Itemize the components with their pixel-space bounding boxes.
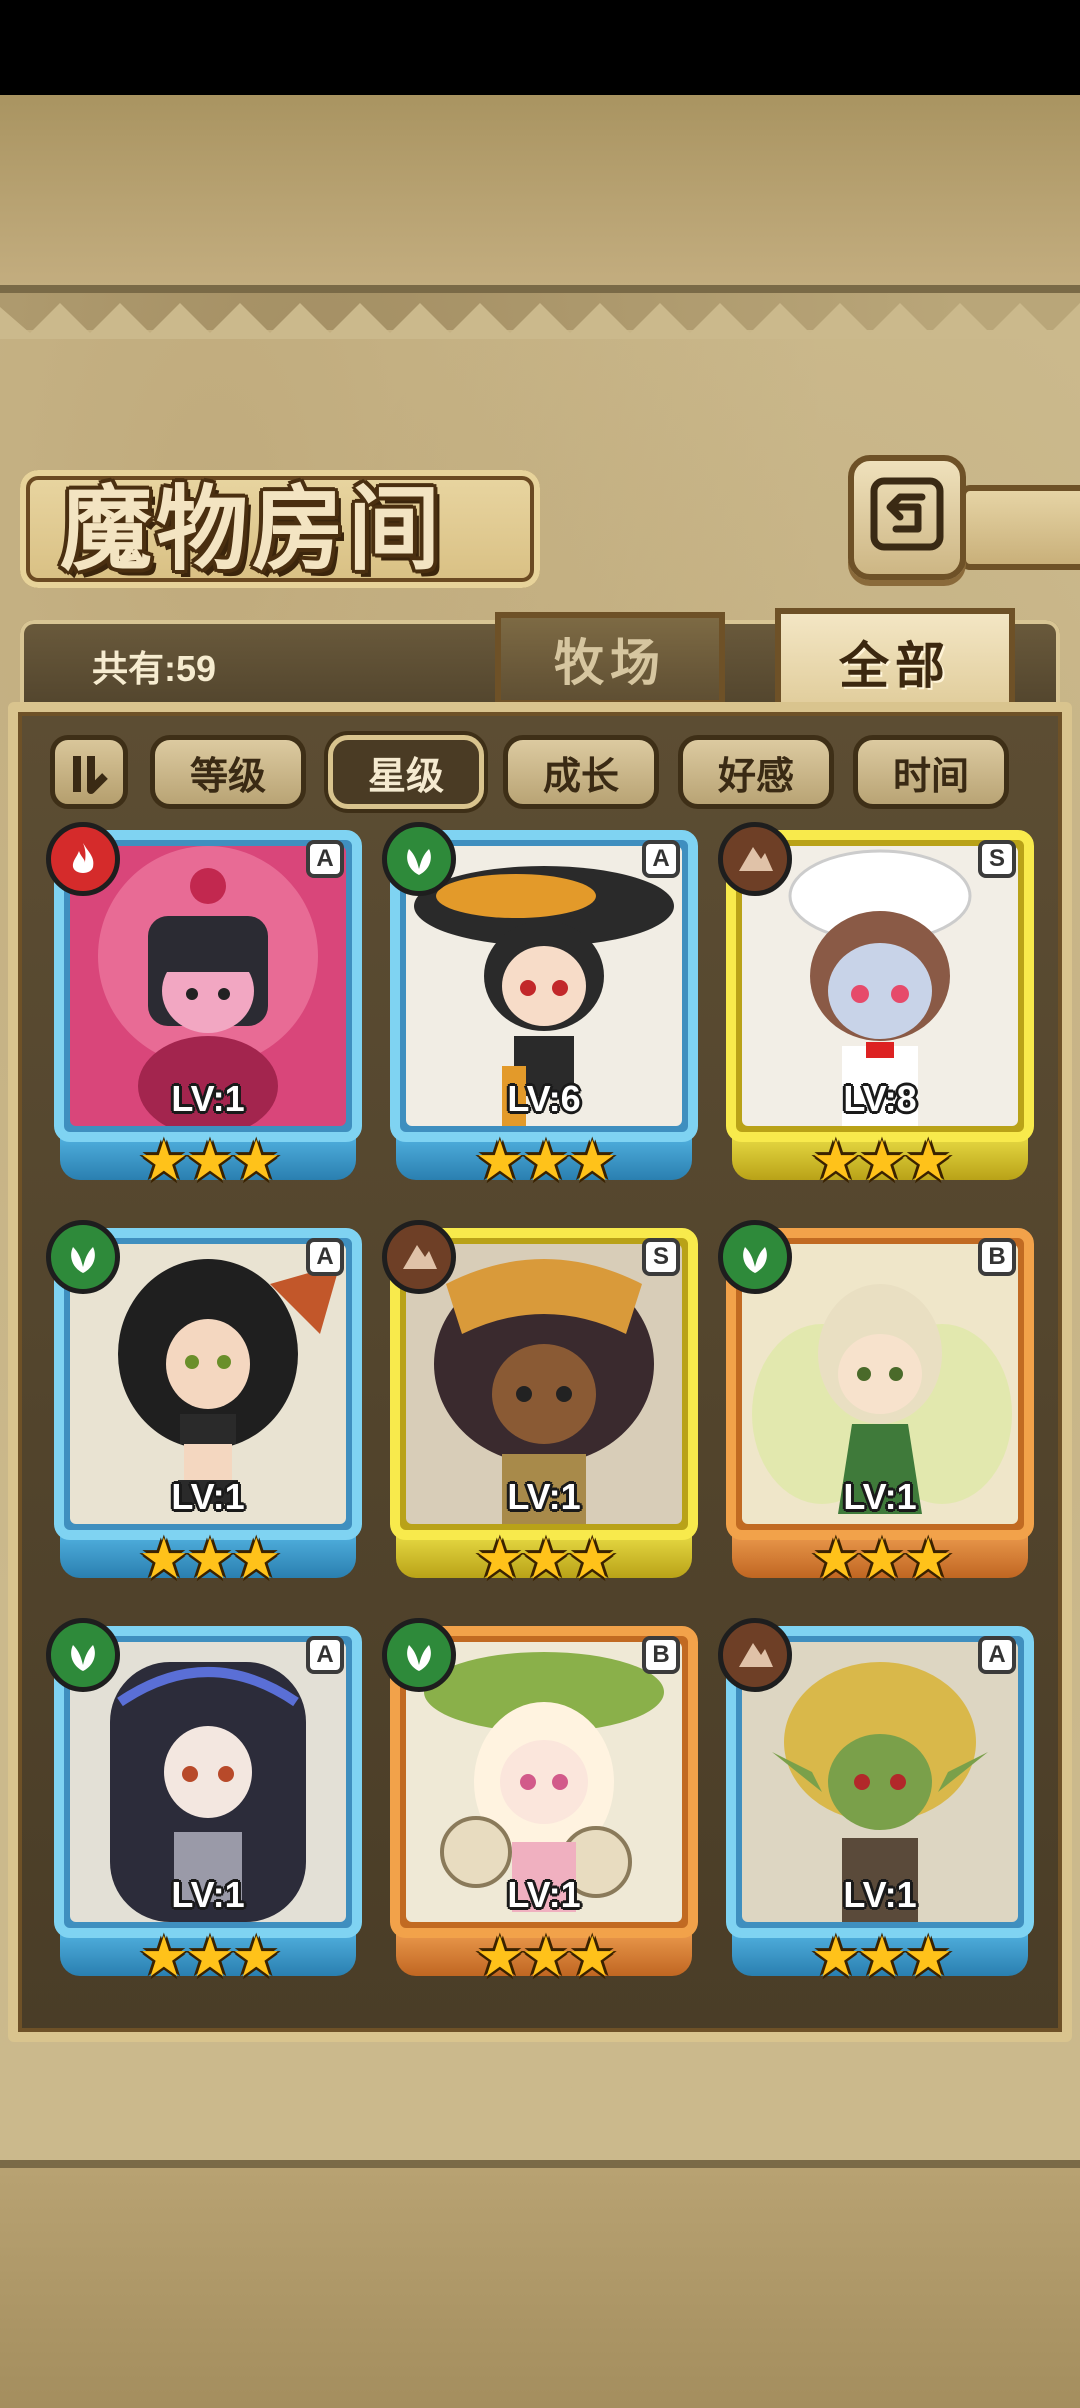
star-rating: ★★★ xyxy=(138,1527,282,1592)
monster-card[interactable]: LV:8 S ★★★ xyxy=(718,822,1034,1200)
rank-badge: A xyxy=(306,1238,344,1276)
sort-by-level-button[interactable]: 等级 xyxy=(150,735,306,809)
monster-card[interactable]: LV:1 A ★★★ xyxy=(46,1220,362,1598)
top-map-strip xyxy=(0,95,1080,293)
star-rating: ★★★ xyxy=(810,1129,954,1194)
earth-element-icon xyxy=(382,1220,456,1294)
earth-element-icon xyxy=(718,822,792,896)
rank-badge: A xyxy=(306,1636,344,1674)
rank-badge: A xyxy=(306,840,344,878)
monster-portrait: LV:1 xyxy=(742,1642,1018,1922)
page-title: 魔物房间 xyxy=(60,475,445,583)
monster-level: LV:1 xyxy=(171,1078,245,1119)
monster-level: LV:1 xyxy=(507,1874,581,1915)
star-rating: ★★★ xyxy=(474,1527,618,1592)
monster-level: LV:1 xyxy=(171,1874,245,1915)
monster-portrait: LV:1 xyxy=(70,1244,346,1524)
rank-badge: B xyxy=(642,1636,680,1674)
star-rating: ★★★ xyxy=(474,1129,618,1194)
monster-level: LV:1 xyxy=(843,1874,917,1915)
monster-level: LV:8 xyxy=(843,1078,917,1119)
star-rating: ★★★ xyxy=(138,1925,282,1990)
monster-card[interactable]: LV:6 A ★★★ xyxy=(382,822,698,1200)
zigzag-border-top xyxy=(0,303,1080,339)
monster-portrait: LV:1 xyxy=(742,1244,1018,1524)
fire-element-icon xyxy=(46,822,120,896)
monster-portrait: LV:6 xyxy=(406,846,682,1126)
rank-badge: B xyxy=(978,1238,1016,1276)
star-rating: ★★★ xyxy=(474,1925,618,1990)
star-rating: ★★★ xyxy=(138,1129,282,1194)
back-arrow-icon xyxy=(870,477,944,551)
monster-portrait: LV:1 xyxy=(70,1642,346,1922)
rank-badge: S xyxy=(978,840,1016,878)
tab-all[interactable]: 全部 xyxy=(775,608,1015,716)
monster-card[interactable]: LV:1 A ★★★ xyxy=(46,822,362,1200)
sort-direction-toggle[interactable] xyxy=(50,735,128,809)
monster-level: LV:6 xyxy=(507,1078,581,1119)
sort-by-star-button[interactable]: 星级 xyxy=(328,735,484,809)
monster-card[interactable]: LV:1 B ★★★ xyxy=(382,1618,698,1996)
monster-portrait: LV:1 xyxy=(406,1244,682,1524)
monster-portrait: LV:1 xyxy=(406,1642,682,1922)
monster-portrait: LV:1 xyxy=(70,846,346,1126)
earth-element-icon xyxy=(718,1618,792,1692)
monster-level: LV:1 xyxy=(171,1476,245,1517)
rank-badge: S xyxy=(642,1238,680,1276)
sort-by-time-button[interactable]: 时间 xyxy=(853,735,1009,809)
zigzag-border-bottom xyxy=(0,2078,1080,2114)
sort-by-growth-button[interactable]: 成长 xyxy=(503,735,659,809)
tab-pasture[interactable]: 牧场 xyxy=(495,612,725,706)
monster-portrait: LV:8 xyxy=(742,846,1018,1126)
nature-element-icon xyxy=(46,1618,120,1692)
back-button-rail xyxy=(960,485,1080,570)
sort-by-affection-button[interactable]: 好感 xyxy=(678,735,834,809)
rank-badge: A xyxy=(642,840,680,878)
monster-card[interactable]: LV:1 S ★★★ xyxy=(382,1220,698,1598)
monster-count: 共有:59 xyxy=(92,648,217,689)
nature-element-icon xyxy=(382,822,456,896)
star-rating: ★★★ xyxy=(810,1925,954,1990)
monster-card[interactable]: LV:1 A ★★★ xyxy=(718,1618,1034,1996)
monster-level: LV:1 xyxy=(843,1476,917,1517)
bottom-map-strip xyxy=(0,2160,1080,2408)
nature-element-icon xyxy=(718,1220,792,1294)
monster-card[interactable]: LV:1 A ★★★ xyxy=(46,1618,362,1996)
monster-card[interactable]: LV:1 B ★★★ xyxy=(718,1220,1034,1598)
rank-badge: A xyxy=(978,1636,1016,1674)
star-rating: ★★★ xyxy=(810,1527,954,1592)
monster-level: LV:1 xyxy=(507,1476,581,1517)
nature-element-icon xyxy=(46,1220,120,1294)
sort-direction-icon xyxy=(73,756,108,794)
nature-element-icon xyxy=(382,1618,456,1692)
